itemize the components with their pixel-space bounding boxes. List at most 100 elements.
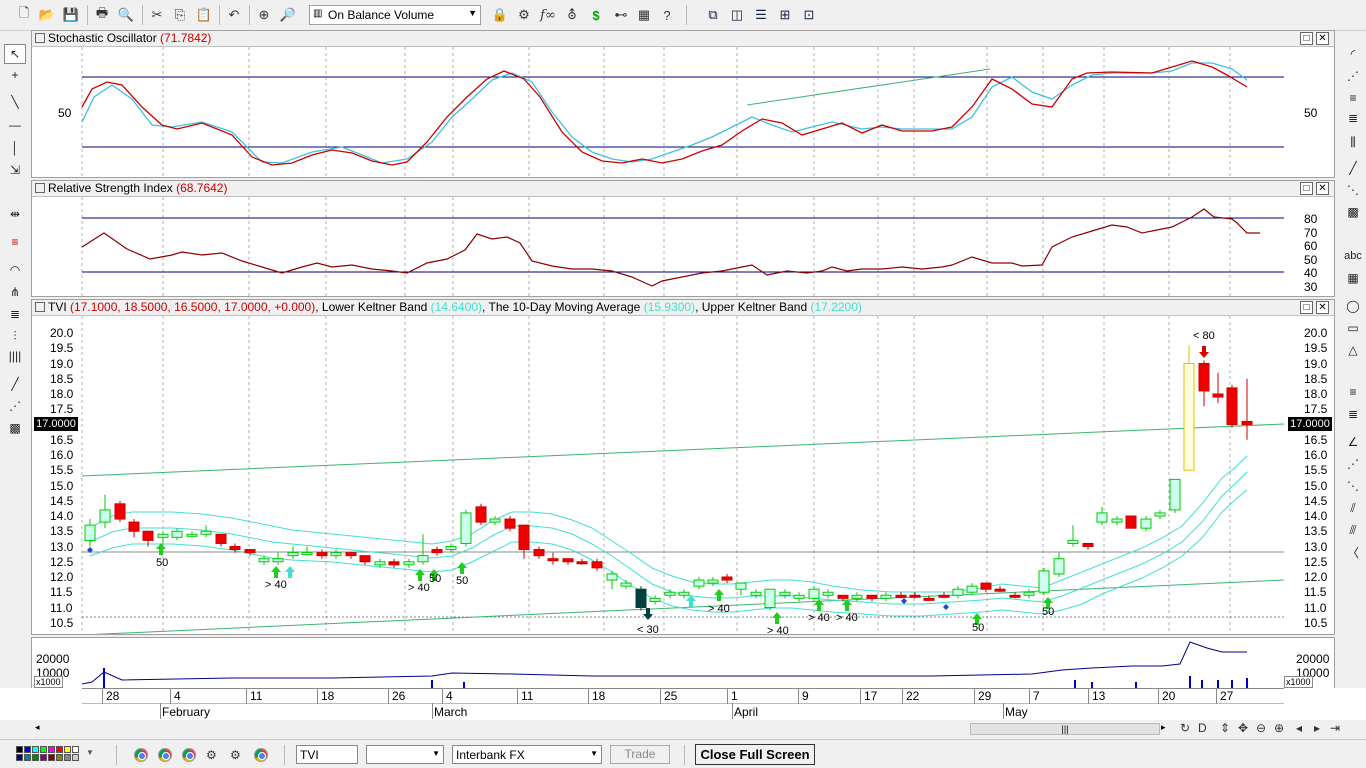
- close-full-screen-button[interactable]: Close Full Screen: [695, 744, 815, 765]
- ellipse-icon[interactable]: ◯: [1342, 296, 1364, 316]
- crosshair-tool-icon[interactable]: +: [4, 65, 26, 85]
- fan-icon[interactable]: ⋰: [4, 396, 26, 416]
- script-icon[interactable]: ⚙: [515, 5, 533, 25]
- table-icon[interactable]: ▦: [1342, 268, 1364, 288]
- text-tool-icon[interactable]: abc: [1342, 246, 1364, 266]
- copy-icon[interactable]: ⎘: [171, 5, 189, 25]
- arrow-tool-icon[interactable]: ⇲: [4, 160, 26, 180]
- open-icon[interactable]: 📂: [38, 5, 56, 25]
- signal-icon[interactable]: ◜: [1342, 44, 1364, 64]
- browser-icon[interactable]: [182, 748, 196, 762]
- horizontal-scrollbar[interactable]: |||: [970, 723, 1160, 735]
- bars-2-icon[interactable]: ≣: [1342, 404, 1364, 424]
- data-source-select[interactable]: Interbank FX ▼: [452, 745, 602, 764]
- angle-icon[interactable]: ∠: [1342, 432, 1364, 452]
- pointer-icon[interactable]: ↖: [4, 44, 26, 64]
- fan-2-icon[interactable]: ⋱: [1342, 180, 1364, 200]
- line-tool-icon[interactable]: ╱: [4, 374, 26, 394]
- regression-icon[interactable]: ≡: [4, 232, 26, 252]
- paste-icon[interactable]: 📋: [195, 5, 213, 25]
- gann-icon[interactable]: ▩: [4, 418, 26, 438]
- tile-vertical-icon[interactable]: ◫: [728, 5, 746, 25]
- move-icon[interactable]: ✥: [1238, 721, 1248, 735]
- close-icon[interactable]: ✕: [1316, 301, 1329, 314]
- save-icon[interactable]: 💾: [62, 5, 80, 25]
- fibonacci-icon[interactable]: ≣: [4, 304, 26, 324]
- levels-icon[interactable]: ≡: [1342, 88, 1364, 108]
- undo-icon[interactable]: ↶: [225, 5, 243, 25]
- next-bar-icon[interactable]: ▸: [1314, 721, 1320, 735]
- arc-2-icon[interactable]: 〈: [1342, 542, 1364, 562]
- fan-lines-icon[interactable]: ⋰: [1342, 66, 1364, 86]
- print-preview-icon[interactable]: 🔍: [117, 5, 135, 25]
- price-axis-tick: 10.5: [1304, 615, 1328, 630]
- end-icon[interactable]: ⇥: [1330, 721, 1340, 735]
- pitchfork-icon[interactable]: ⋔: [4, 282, 26, 302]
- bars-icon[interactable]: ≡: [1342, 382, 1364, 402]
- date-tick: [974, 688, 975, 704]
- browser-icon[interactable]: [158, 748, 172, 762]
- tile-grid-icon[interactable]: ⊞: [776, 5, 794, 25]
- rectangle-icon[interactable]: ▭: [1342, 318, 1364, 338]
- function-icon[interactable]: f∞: [539, 5, 557, 25]
- rsi-pane[interactable]: Relative Strength Index (68.7642) □ ✕ 80…: [31, 180, 1335, 297]
- new-icon[interactable]: 🗋: [15, 5, 33, 25]
- triangle-icon[interactable]: △: [1342, 340, 1364, 360]
- maximize-icon[interactable]: □: [1300, 32, 1313, 45]
- maximize-icon[interactable]: □: [1300, 301, 1313, 314]
- arc-icon[interactable]: ◠: [4, 260, 26, 280]
- prev-bar-icon[interactable]: ◂: [1296, 721, 1302, 735]
- fib-time-icon[interactable]: ⫶: [4, 326, 26, 346]
- cut-icon[interactable]: ✂: [148, 5, 166, 25]
- stochastic-pane[interactable]: Stochastic Oscillator (71.7842) □ ✕ 50 5…: [31, 30, 1335, 178]
- diagonal-icon[interactable]: ╱: [1342, 158, 1364, 178]
- properties-icon[interactable]: ▦: [635, 5, 653, 25]
- speed-lines-icon[interactable]: ⋱: [1342, 476, 1364, 496]
- price-axis-tick: 13.0: [1304, 539, 1328, 554]
- palette-dropdown-icon[interactable]: ▼: [86, 748, 94, 757]
- zoom-icon[interactable]: 🔎: [279, 5, 297, 25]
- upper-keltner-band: [89, 455, 1248, 593]
- vertical-line-icon[interactable]: │: [4, 138, 26, 158]
- tile-horizontal-icon[interactable]: ☰: [752, 5, 770, 25]
- indicator-select[interactable]: ▥ On Balance Volume ▼: [309, 5, 481, 25]
- help-icon[interactable]: ?: [658, 5, 676, 25]
- trade-button[interactable]: Trade: [610, 745, 670, 764]
- symbol-input[interactable]: TVI: [296, 745, 358, 764]
- browser-icon[interactable]: [254, 748, 268, 762]
- daily-icon[interactable]: D: [1198, 721, 1207, 735]
- browser-icon[interactable]: [134, 748, 148, 762]
- refresh-icon[interactable]: ↻: [1180, 721, 1190, 735]
- lines-2-icon[interactable]: ⫻: [1342, 520, 1364, 540]
- dollar-icon[interactable]: $: [587, 5, 605, 25]
- channel-icon[interactable]: ⇹: [4, 204, 26, 224]
- expert-advisor-icon[interactable]: ⚙: [206, 748, 222, 762]
- grid-pattern-icon[interactable]: ▩: [1342, 202, 1364, 222]
- binoculars-icon[interactable]: ⊷: [612, 5, 630, 25]
- zoom-out-icon[interactable]: ⊖: [1256, 721, 1266, 735]
- close-icon[interactable]: ✕: [1316, 182, 1329, 195]
- maximize-icon[interactable]: □: [1300, 182, 1313, 195]
- fan-3-icon[interactable]: ⋰: [1342, 454, 1364, 474]
- trendline-icon[interactable]: ╲: [4, 92, 26, 112]
- arrange-icon[interactable]: ⊡: [800, 5, 818, 25]
- close-icon[interactable]: ✕: [1316, 32, 1329, 45]
- levels-2-icon[interactable]: ≣: [1342, 108, 1364, 128]
- cycle-lines-icon[interactable]: ||||: [4, 346, 26, 366]
- scroll-right-icon[interactable]: ▸: [1161, 722, 1166, 733]
- scroll-left-icon[interactable]: ◂: [35, 722, 40, 733]
- alert-icon[interactable]: ⛢: [563, 5, 581, 25]
- volume-pane[interactable]: 20000 10000 x1000 20000 10000 x1000: [31, 637, 1335, 688]
- print-icon[interactable]: 🖶: [93, 5, 111, 25]
- zoom-in-icon[interactable]: ⊕: [1274, 721, 1284, 735]
- lines-icon[interactable]: ⫽: [1342, 498, 1364, 518]
- lock-icon[interactable]: 🔒: [491, 5, 509, 25]
- vertical-zoom-icon[interactable]: ⇕: [1220, 721, 1230, 735]
- cascade-icon[interactable]: ⧉: [704, 5, 722, 25]
- horizontal-line-icon[interactable]: —: [4, 115, 26, 135]
- price-pane[interactable]: TVI (17.1000, 18.5000, 16.5000, 17.0000,…: [31, 299, 1335, 635]
- crosshair-icon[interactable]: ⊕: [255, 5, 273, 25]
- timeframe-select[interactable]: ▼: [366, 745, 444, 764]
- expert-advisor-icon[interactable]: ⚙: [230, 748, 246, 762]
- columns-icon[interactable]: ⫼: [1342, 132, 1364, 152]
